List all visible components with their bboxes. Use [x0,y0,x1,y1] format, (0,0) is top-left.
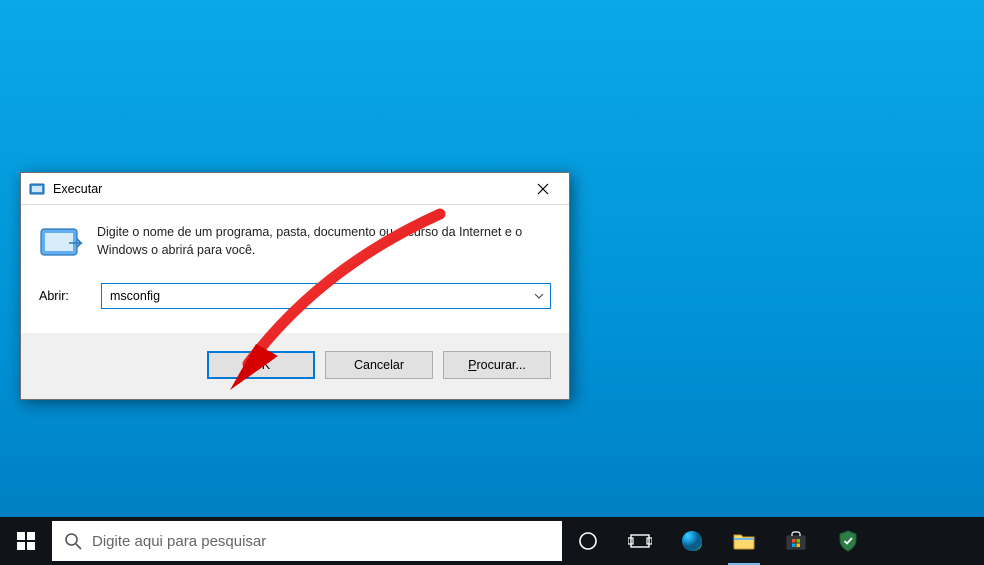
open-input[interactable] [102,284,528,308]
dialog-message: Digite o nome de um programa, pasta, doc… [97,223,551,259]
titlebar[interactable]: Executar [21,173,569,205]
edge-icon[interactable] [666,517,718,565]
ok-button[interactable]: OK [207,351,315,379]
close-button[interactable] [521,174,565,204]
start-button[interactable] [0,517,52,565]
taskbar: Digite aqui para pesquisar [0,517,984,565]
run-titlebar-icon [29,181,45,197]
file-explorer-icon[interactable] [718,517,770,565]
dialog-title: Executar [53,182,521,196]
search-placeholder: Digite aqui para pesquisar [92,533,266,550]
open-combobox[interactable] [101,283,551,309]
security-shield-icon[interactable] [822,517,874,565]
run-dialog: Executar Digite o nome de um programa, p… [20,172,570,400]
microsoft-store-icon[interactable] [770,517,822,565]
browse-button[interactable]: Procurar... [443,351,551,379]
search-icon [64,532,82,550]
cortana-circle-icon[interactable] [562,517,614,565]
button-row: OK Cancelar Procurar... [21,333,569,399]
run-icon [39,225,83,261]
open-label: Abrir: [39,289,87,303]
cancel-button[interactable]: Cancelar [325,351,433,379]
taskbar-search[interactable]: Digite aqui para pesquisar [52,521,562,561]
dialog-body: Digite o nome de um programa, pasta, doc… [21,205,569,333]
task-view-icon[interactable] [614,517,666,565]
chevron-down-icon[interactable] [528,284,550,308]
